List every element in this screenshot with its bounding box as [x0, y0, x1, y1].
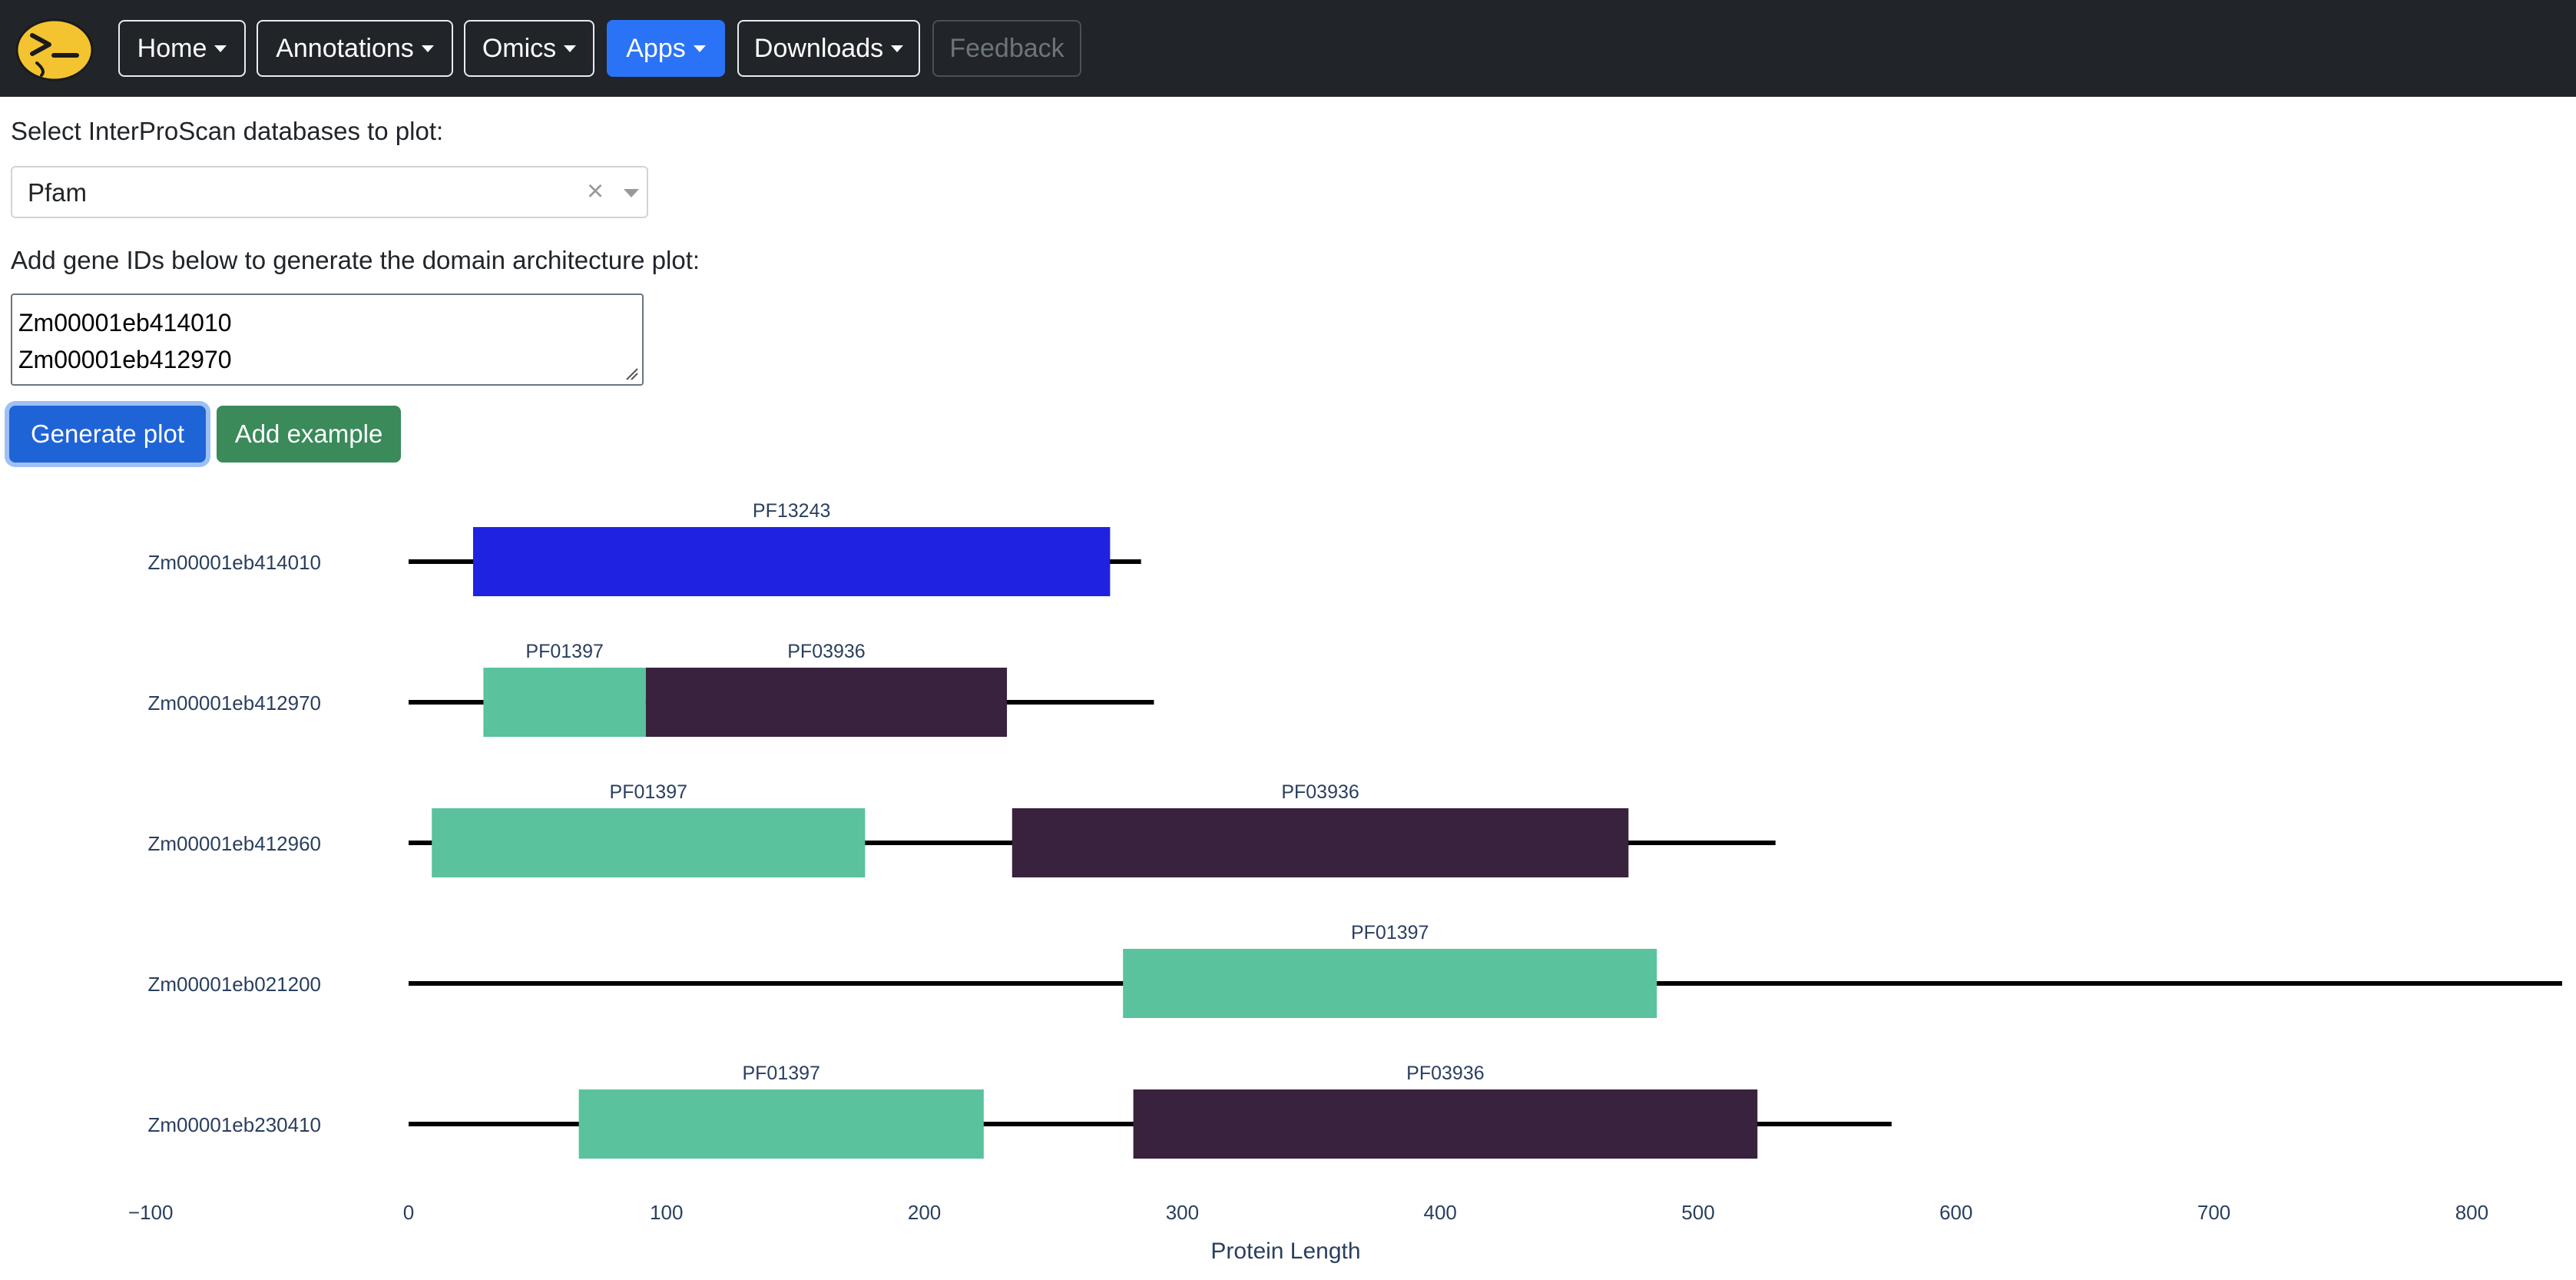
- domain-bar: [578, 1089, 984, 1159]
- domain-bar: [645, 668, 1008, 737]
- protein-id-label: Zm00001eb412960: [147, 832, 321, 855]
- x-tick-label: 700: [2197, 1201, 2230, 1224]
- nav-omics-label: Omics: [482, 33, 557, 63]
- x-tick-label: 0: [403, 1201, 414, 1224]
- domain-name-label: PF03936: [1406, 1063, 1484, 1084]
- gene-id-line: Zm00001eb412970: [18, 346, 232, 373]
- resize-handle-icon[interactable]: [624, 366, 639, 381]
- domain-bar: [1123, 949, 1657, 1018]
- add-example-button[interactable]: Add example: [217, 406, 401, 463]
- nav-home-label: Home: [137, 33, 207, 63]
- domain-bar: [432, 808, 866, 877]
- nav-feedback-label: Feedback: [949, 33, 1065, 63]
- chevron-down-icon: [891, 45, 904, 52]
- nav-annotations-dropdown[interactable]: Annotations: [257, 20, 453, 77]
- generate-plot-button[interactable]: Generate plot: [9, 406, 206, 463]
- protein-id-label: Zm00001eb021200: [147, 973, 321, 996]
- nav-feedback-button[interactable]: Feedback: [932, 20, 1081, 77]
- nav-apps-dropdown[interactable]: Apps: [607, 20, 725, 77]
- domain-bar: [1012, 808, 1629, 877]
- nav-downloads-dropdown[interactable]: Downloads: [737, 20, 920, 77]
- chevron-down-icon: [564, 45, 577, 52]
- domain-architecture-chart: Zm00001eb414010 PF13243 Zm00001eb412970 PF0…: [128, 500, 2562, 1264]
- x-tick-label: −100: [128, 1201, 174, 1224]
- x-tick-label: 400: [1424, 1201, 1457, 1224]
- x-tick-label: 500: [1681, 1201, 1714, 1224]
- database-select[interactable]: Pfam ×: [11, 166, 648, 218]
- clear-icon[interactable]: ×: [587, 175, 604, 208]
- domain-name-label: PF03936: [1281, 781, 1359, 803]
- terminal-face-logo-icon[interactable]: [15, 18, 94, 81]
- domain-bar: [1133, 1089, 1758, 1159]
- protein-id-label: Zm00001eb412970: [147, 691, 321, 715]
- domain-bar: [483, 668, 646, 737]
- database-select-value: Pfam: [28, 178, 88, 207]
- x-tick-label: 800: [2455, 1201, 2488, 1224]
- navbar: Home Annotations Omics Apps Downloads Fe…: [0, 0, 2576, 97]
- nav-omics-dropdown[interactable]: Omics: [464, 20, 594, 77]
- nav-annotations-label: Annotations: [276, 33, 414, 63]
- domain-bar: [472, 527, 1111, 596]
- chevron-down-icon: [421, 45, 434, 52]
- gene-id-line: Zm00001eb414010: [18, 309, 232, 337]
- x-tick-label: 200: [908, 1201, 941, 1224]
- domain-name-label: PF03936: [787, 641, 865, 662]
- gene-ids-textarea[interactable]: Zm00001eb414010 Zm00001eb412970: [11, 293, 644, 386]
- x-tick-label: 300: [1166, 1201, 1199, 1224]
- protein-id-label: Zm00001eb414010: [147, 551, 321, 574]
- chevron-down-icon: [214, 45, 227, 52]
- domain-name-label: PF13243: [753, 500, 830, 522]
- domain-name-label: PF01397: [610, 781, 687, 803]
- gene-ids-label: Add gene IDs below to generate the domai…: [11, 246, 700, 274]
- protein-id-label: Zm00001eb230410: [147, 1113, 321, 1136]
- domain-name-label: PF01397: [742, 1063, 819, 1084]
- chevron-down-icon: [693, 45, 706, 52]
- nav-downloads-label: Downloads: [753, 33, 884, 63]
- x-tick-label: 600: [1939, 1201, 1972, 1224]
- domain-name-label: PF01397: [525, 641, 603, 662]
- nav-apps-label: Apps: [626, 33, 686, 63]
- nav-home-dropdown[interactable]: Home: [118, 20, 246, 77]
- x-axis-title: Protein Length: [1210, 1239, 1360, 1264]
- domain-name-label: PF01397: [1351, 922, 1429, 943]
- x-tick-label: 100: [650, 1201, 683, 1224]
- chevron-down-icon[interactable]: [624, 189, 639, 197]
- database-select-label: Select InterProScan databases to plot:: [11, 117, 444, 145]
